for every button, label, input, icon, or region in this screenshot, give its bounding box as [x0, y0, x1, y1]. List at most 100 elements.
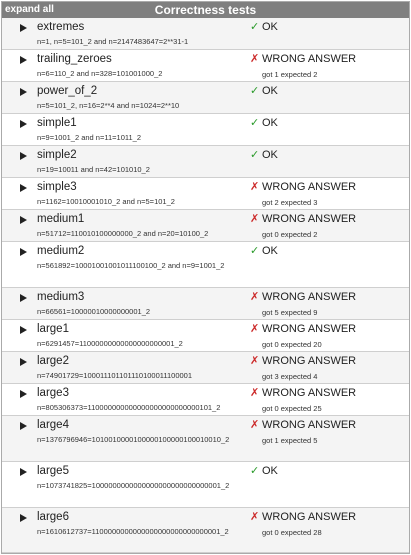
- test-result: ✗ WRONG ANSWER got 5 expected 9: [247, 288, 409, 319]
- test-result: ✓ OK: [247, 242, 409, 287]
- test-status: OK: [262, 117, 278, 129]
- test-result: ✗ WRONG ANSWER got 0 expected 25: [247, 384, 409, 415]
- test-name[interactable]: medium1: [37, 212, 84, 226]
- cross-icon: ✗: [250, 355, 260, 367]
- test-result: ✗ WRONG ANSWER got 0 expected 28: [247, 508, 409, 552]
- test-got-expected: got 0 expected 25: [262, 404, 322, 413]
- test-status: WRONG ANSWER: [262, 181, 357, 193]
- test-name[interactable]: simple2: [37, 148, 77, 162]
- expand-all-link[interactable]: expand all: [5, 3, 54, 17]
- cross-icon: ✗: [250, 323, 260, 335]
- test-name[interactable]: large6: [37, 510, 69, 524]
- test-result: ✓ OK: [247, 114, 409, 145]
- test-detail: n=1162=10010001010_2 and n=5=101_2: [37, 197, 175, 206]
- test-info: large2 n=74901729=10001110110111010001110…: [2, 352, 247, 383]
- test-status: WRONG ANSWER: [262, 213, 357, 225]
- test-name[interactable]: medium3: [37, 290, 84, 304]
- test-row-large6[interactable]: large6 n=1610612737=110000000000000000000…: [2, 508, 409, 553]
- test-result: ✗ WRONG ANSWER got 1 expected 5: [247, 416, 409, 461]
- test-row-large1[interactable]: large1 n=6291457=11000000000000000000001_…: [2, 320, 409, 352]
- test-row-medium1[interactable]: medium1 n=51712=110010100000000_2 and n=2…: [2, 210, 409, 242]
- test-status: OK: [262, 245, 278, 257]
- test-result: ✓ OK: [247, 18, 409, 49]
- panel-header: expand all Correctness tests: [2, 2, 409, 18]
- test-status: WRONG ANSWER: [262, 291, 357, 303]
- expand-triangle-icon[interactable]: [20, 184, 27, 192]
- test-info: trailing_zeroes n=6=110_2 and n=328=10100…: [2, 50, 247, 81]
- test-info: medium1 n=51712=110010100000000_2 and n=2…: [2, 210, 247, 241]
- cross-icon: ✗: [250, 291, 260, 303]
- test-row-large4[interactable]: large4 n=1376796946=101001000010000010000…: [2, 416, 409, 462]
- expand-triangle-icon[interactable]: [20, 24, 27, 32]
- test-info: medium3 n=66561=10000010000000001_2: [2, 288, 247, 319]
- expand-triangle-icon[interactable]: [20, 120, 27, 128]
- cross-icon: ✗: [250, 53, 260, 65]
- test-row-medium2[interactable]: medium2 n=561892=10001001001011100100_2 a…: [2, 242, 409, 288]
- expand-triangle-icon[interactable]: [20, 216, 27, 224]
- test-detail: n=5=101_2, n=16=2**4 and n=1024=2**10: [37, 101, 180, 110]
- expand-triangle-icon[interactable]: [20, 326, 27, 334]
- test-row-large2[interactable]: large2 n=74901729=10001110110111010001110…: [2, 352, 409, 384]
- test-info: simple1 n=9=1001_2 and n=11=1011_2: [2, 114, 247, 145]
- checkmark-icon: ✓: [250, 117, 260, 129]
- test-result: ✓ OK: [247, 462, 409, 507]
- expand-triangle-icon[interactable]: [20, 56, 27, 64]
- test-status: OK: [262, 465, 278, 477]
- test-row-simple1[interactable]: simple1 n=9=1001_2 and n=11=1011_2 ✓ OK: [2, 114, 409, 146]
- test-detail: n=805306373=1100000000000000000000000001…: [37, 403, 221, 412]
- expand-triangle-icon[interactable]: [20, 294, 27, 302]
- expand-triangle-icon[interactable]: [20, 390, 27, 398]
- correctness-tests-panel: expand all Correctness tests extremes n=1…: [1, 1, 410, 554]
- test-row-large3[interactable]: large3 n=805306373=1100000000000000000000…: [2, 384, 409, 416]
- expand-triangle-icon[interactable]: [20, 468, 27, 476]
- test-got-expected: got 1 expected 5: [262, 436, 318, 445]
- test-result: ✗ WRONG ANSWER got 3 expected 4: [247, 352, 409, 383]
- checkmark-icon: ✓: [250, 149, 260, 161]
- test-name[interactable]: large5: [37, 464, 69, 478]
- test-row-simple3[interactable]: simple3 n=1162=10010001010_2 and n=5=101_…: [2, 178, 409, 210]
- test-row-extremes[interactable]: extremes n=1, n=5=101_2 and n=2147483647=…: [2, 18, 409, 50]
- test-name[interactable]: simple1: [37, 116, 77, 130]
- test-row-power-of-2[interactable]: power_of_2 n=5=101_2, n=16=2**4 and n=102…: [2, 82, 409, 114]
- test-info: simple2 n=19=10011 and n=42=101010_2: [2, 146, 247, 177]
- expand-triangle-icon[interactable]: [20, 514, 27, 522]
- cross-icon: ✗: [250, 213, 260, 225]
- test-detail: n=1610612737=110000000000000000000000000…: [37, 527, 229, 536]
- expand-triangle-icon[interactable]: [20, 152, 27, 160]
- test-row-trailing-zeroes[interactable]: trailing_zeroes n=6=110_2 and n=328=10100…: [2, 50, 409, 82]
- test-name[interactable]: large3: [37, 386, 69, 400]
- test-result: ✗ WRONG ANSWER got 0 expected 2: [247, 210, 409, 241]
- test-name[interactable]: large1: [37, 322, 69, 336]
- test-info: large4 n=1376796946=101001000010000010000…: [2, 416, 247, 461]
- test-got-expected: got 0 expected 28: [262, 528, 322, 537]
- test-status: WRONG ANSWER: [262, 387, 357, 399]
- test-list: extremes n=1, n=5=101_2 and n=2147483647=…: [2, 18, 409, 553]
- test-name[interactable]: large4: [37, 418, 69, 432]
- test-status: WRONG ANSWER: [262, 511, 357, 523]
- test-got-expected: got 5 expected 9: [262, 308, 318, 317]
- expand-triangle-icon[interactable]: [20, 88, 27, 96]
- expand-triangle-icon[interactable]: [20, 422, 27, 430]
- checkmark-icon: ✓: [250, 465, 260, 477]
- test-name[interactable]: extremes: [37, 20, 84, 34]
- test-status: WRONG ANSWER: [262, 323, 357, 335]
- checkmark-icon: ✓: [250, 21, 260, 33]
- test-name[interactable]: medium2: [37, 244, 84, 258]
- test-detail: n=6291457=11000000000000000000001_2: [37, 339, 183, 348]
- test-name[interactable]: power_of_2: [37, 84, 97, 98]
- test-result: ✗ WRONG ANSWER got 0 expected 20: [247, 320, 409, 351]
- test-detail: n=66561=10000010000000001_2: [37, 307, 151, 316]
- test-row-large5[interactable]: large5 n=1073741825=100000000000000000000…: [2, 462, 409, 508]
- test-row-medium3[interactable]: medium3 n=66561=10000010000000001_2 ✗ WRONG…: [2, 288, 409, 320]
- test-detail: n=561892=10001001001011100100_2 and n=9=…: [37, 261, 225, 270]
- test-result: ✗ WRONG ANSWER got 2 expected 3: [247, 178, 409, 209]
- test-row-simple2[interactable]: simple2 n=19=10011 and n=42=101010_2 ✓ OK: [2, 146, 409, 178]
- expand-triangle-icon[interactable]: [20, 248, 27, 256]
- test-name[interactable]: trailing_zeroes: [37, 52, 112, 66]
- test-name[interactable]: simple3: [37, 180, 77, 194]
- expand-triangle-icon[interactable]: [20, 358, 27, 366]
- cross-icon: ✗: [250, 387, 260, 399]
- test-status: WRONG ANSWER: [262, 53, 357, 65]
- test-name[interactable]: large2: [37, 354, 69, 368]
- test-info: large3 n=805306373=1100000000000000000000…: [2, 384, 247, 415]
